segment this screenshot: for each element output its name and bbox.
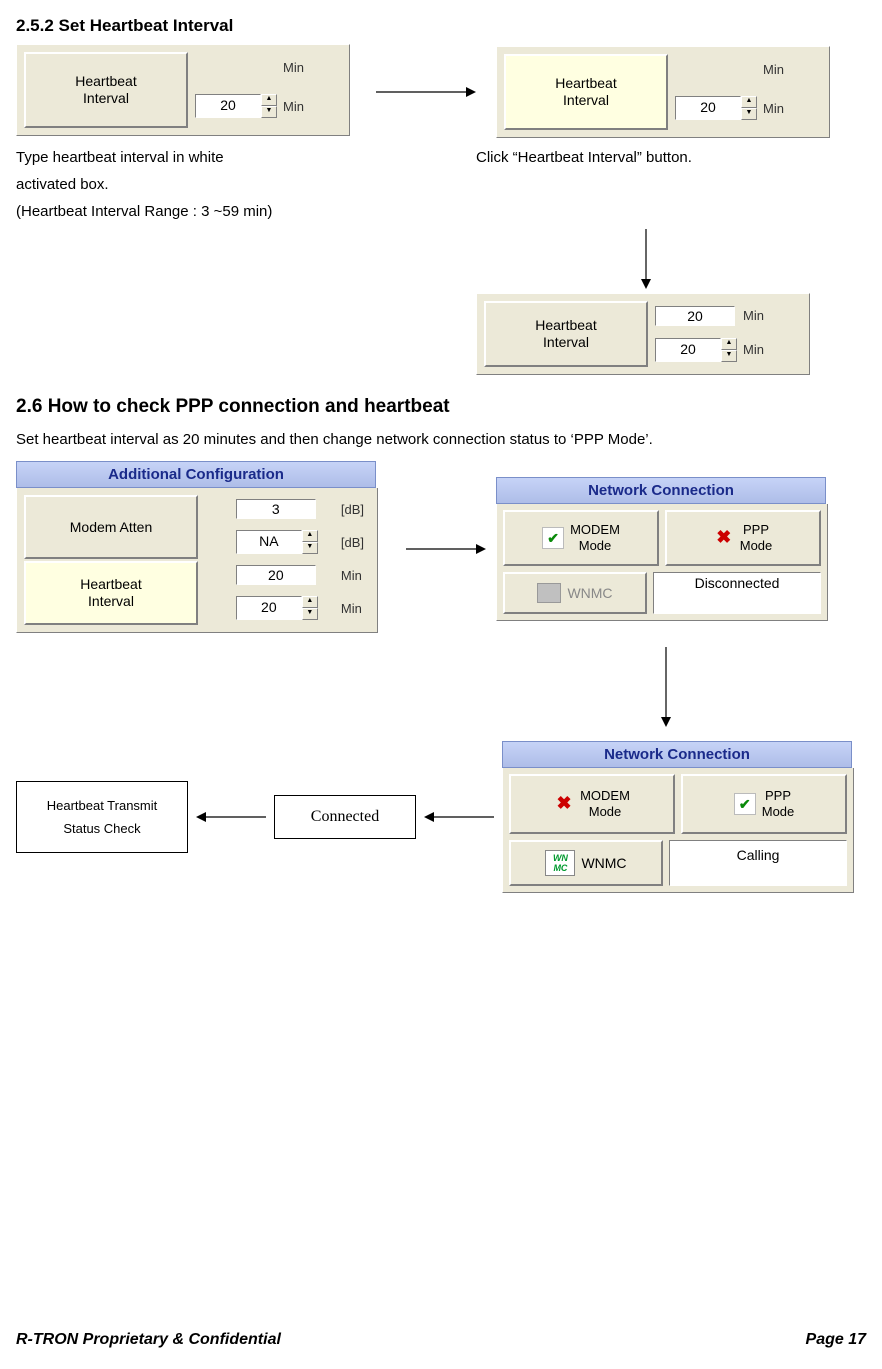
unit-min: Min [739, 308, 764, 323]
x-icon: ✖ [714, 528, 734, 548]
heartbeat-value-input[interactable]: 20 [675, 96, 741, 120]
heartbeat-value-input[interactable]: 20 [655, 338, 721, 362]
arrow-left-icon [196, 807, 266, 827]
heartbeat-status-check-box: Heartbeat Transmit Status Check [16, 781, 188, 854]
ppp-mode-button[interactable]: ✖ PPP Mode [665, 510, 821, 566]
arrow-down-icon [636, 229, 656, 289]
heading-2-5-2: 2.5.2 Set Heartbeat Interval [16, 16, 866, 36]
heartbeat-top-value: 20 [655, 306, 735, 326]
spinner[interactable]: ▲▼ [302, 596, 318, 620]
wnmc-logo-icon: WNMC [545, 850, 575, 876]
unit-db: [dB] [337, 502, 364, 517]
wnmc-button[interactable]: WNMC WNMC [509, 840, 663, 886]
network-connection-header: Network Connection [502, 741, 852, 768]
hb-panel-2: Heartbeat Interval Min 20 ▲▼ Min [496, 46, 830, 138]
caption-left-3: (Heartbeat Interval Range : 3 ~59 min) [16, 198, 476, 225]
footer-right: Page 17 [806, 1331, 866, 1349]
heartbeat-interval-button-active[interactable]: Heartbeat Interval [504, 54, 668, 130]
ppp-mode-button[interactable]: ✔ PPP Mode [681, 774, 847, 834]
wnmc-button-disabled: WNMC [503, 572, 647, 614]
heartbeat-value-input[interactable]: 20 [236, 596, 302, 620]
heartbeat-top-value: 20 [236, 565, 316, 585]
modem-atten-button[interactable]: Modem Atten [24, 495, 198, 559]
modem-mode-button[interactable]: ✔ MODEM Mode [503, 510, 659, 566]
arrow-left-icon [424, 807, 494, 827]
check-icon: ✔ [542, 527, 564, 549]
x-icon: ✖ [554, 794, 574, 814]
heartbeat-value-input[interactable]: 20 [195, 94, 261, 118]
connection-status: Disconnected [653, 572, 821, 614]
additional-configuration-header: Additional Configuration [16, 461, 376, 488]
caption-right: Click “Heartbeat Interval” button. [476, 144, 866, 171]
unit-min: Min [279, 99, 304, 114]
arrow-right-icon [406, 539, 486, 559]
unit-db: [dB] [337, 535, 364, 550]
connection-status: Calling [669, 840, 847, 886]
unit-min: Min [337, 601, 362, 616]
page-footer: R-TRON Proprietary & Confidential Page 1… [16, 1331, 866, 1349]
modem-mode-button[interactable]: ✖ MODEM Mode [509, 774, 675, 834]
unit-min: Min [759, 62, 784, 77]
connected-box: Connected [274, 795, 416, 839]
arrow-right-icon [376, 82, 476, 102]
network-connection-header: Network Connection [496, 477, 826, 504]
wnmc-icon-grey [537, 583, 561, 603]
modem-atten-lo[interactable]: NA [236, 530, 302, 554]
hb-panel-1: Heartbeat Interval Min 20 ▲▼ Min [16, 44, 350, 136]
modem-atten-value: 3 [236, 499, 316, 519]
spinner[interactable]: ▲▼ [261, 94, 277, 118]
unit-min: Min [759, 101, 784, 116]
heartbeat-interval-button[interactable]: Heartbeat Interval [484, 301, 648, 367]
hb-panel-3: Heartbeat Interval 20 Min 20 ▲▼ Min [476, 293, 810, 375]
spinner[interactable]: ▲▼ [721, 338, 737, 362]
unit-min: Min [337, 568, 362, 583]
caption-left-1: Type heartbeat interval in white [16, 144, 476, 171]
heartbeat-interval-button-active[interactable]: Heartbeat Interval [24, 561, 198, 625]
spinner[interactable]: ▲▼ [302, 530, 318, 554]
arrow-down-icon [656, 647, 676, 727]
caption-left-2: activated box. [16, 171, 476, 198]
footer-left: R-TRON Proprietary & Confidential [16, 1331, 281, 1349]
check-icon: ✔ [734, 793, 756, 815]
heading-2-6: 2.6 How to check PPP connection and hear… [16, 396, 866, 418]
unit-min: Min [739, 342, 764, 357]
unit-min: Min [279, 60, 304, 75]
heartbeat-interval-button[interactable]: Heartbeat Interval [24, 52, 188, 128]
spinner[interactable]: ▲▼ [741, 96, 757, 120]
intro-2-6: Set heartbeat interval as 20 minutes and… [16, 426, 866, 453]
